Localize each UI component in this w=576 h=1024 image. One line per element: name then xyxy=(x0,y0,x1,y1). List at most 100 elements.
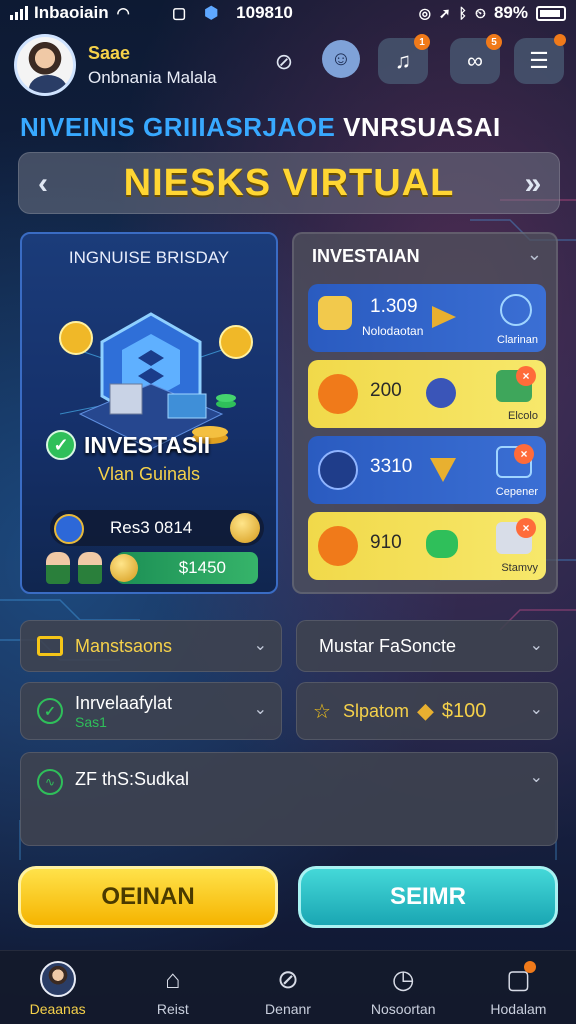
bottom-navigation: Deaanas ⌂ Reist ⊘ Denanr ◷ Nosoortan ▢ H… xyxy=(0,950,576,1024)
close-icon[interactable]: × xyxy=(514,444,534,464)
status-bar: Inbaoiain ◠ ▢ ⬢ 109810 ◎ ➚ ᛒ ⏲ 89% xyxy=(0,0,576,26)
nav-label: Reist xyxy=(156,1001,189,1017)
investment-row[interactable]: 910 × Stamvy xyxy=(308,512,546,580)
close-icon[interactable]: × xyxy=(516,366,536,386)
avatar[interactable] xyxy=(14,34,76,96)
primary-button[interactable]: OEINAN xyxy=(18,866,278,928)
dropdown-label: Mustar FaSoncte xyxy=(319,635,457,656)
navigation-icon: ➚ xyxy=(438,4,451,21)
banner-title: NIESKS VIRTUAL xyxy=(123,161,455,204)
dropdown-zf[interactable]: ∿ ZF thS:Sudkal ⌄ xyxy=(20,752,558,846)
banner-next-button[interactable]: » xyxy=(513,153,553,215)
menu-alert-badge xyxy=(554,34,566,46)
feature-card-title: INGNUISE BRISDAY xyxy=(68,248,230,267)
profile-badge-icon[interactable]: ☺ xyxy=(322,40,360,78)
dropdown-mustar[interactable]: Mustar FaSoncte ⌄ xyxy=(296,620,558,672)
investor-avatars xyxy=(46,552,102,584)
nav-item-hodalam[interactable]: ▢ Hodalam xyxy=(461,951,576,1024)
chart-coin-icon xyxy=(318,526,358,566)
investment-sub: Nolodaotan xyxy=(362,324,424,338)
nav-item-reist[interactable]: ⌂ Reist xyxy=(115,951,230,1024)
chat-icon: ∞ xyxy=(467,48,483,73)
hamburger-icon: ☰ xyxy=(529,48,549,73)
carrier-label: Inbaoiain xyxy=(34,3,109,22)
bluetooth-icon: ᛒ xyxy=(458,5,468,21)
server-icon: × xyxy=(496,518,536,554)
chevron-down-icon: ⌄ xyxy=(253,701,267,718)
location-icon: ◎ xyxy=(418,4,431,21)
status-time: 109810 xyxy=(236,3,293,22)
investment-value: 1.309 xyxy=(370,296,418,317)
nav-item-denanr[interactable]: ⊘ Denanr xyxy=(230,951,345,1024)
compass-icon: ⊘ xyxy=(277,963,299,994)
feature-amount-pill[interactable]: $1450 xyxy=(110,552,258,584)
investment-caption: Stamvy xyxy=(501,562,538,574)
feature-main-label: INVESTASII xyxy=(84,431,211,458)
investment-row[interactable]: 200 × Elcolo xyxy=(308,360,546,428)
avatar-icon xyxy=(39,961,76,997)
notification-count-badge: 1 xyxy=(414,34,430,50)
close-icon[interactable]: × xyxy=(516,518,536,538)
bank-icon xyxy=(318,296,352,330)
dropdown-label: Slpatom xyxy=(342,700,409,721)
dropdown-slpatom[interactable]: ☆ Slpatom ◆ $100 ⌄ xyxy=(296,682,558,740)
cube-icon: × xyxy=(496,444,534,478)
dropdown-text-stack: Inrvelaafylat Sas1 xyxy=(75,693,172,730)
feature-row-label: Res3 0814 xyxy=(110,518,193,537)
investment-value: 200 xyxy=(370,380,402,401)
coin-icon xyxy=(230,513,260,543)
user-name: Saae xyxy=(88,42,131,63)
nav-item-nosoortan[interactable]: ◷ Nosoortan xyxy=(346,951,461,1024)
nav-label: Nosoortan xyxy=(370,1001,436,1017)
nav-label: Hodalam xyxy=(490,1001,547,1017)
message-count-badge: 5 xyxy=(486,34,502,50)
investment-row[interactable]: 1.309 Nolodaotan Clarinan xyxy=(308,284,546,352)
chevron-down-icon: ⌄ xyxy=(529,701,543,718)
investment-row[interactable]: 3310 × Cepener xyxy=(308,436,546,504)
dropdown-amount: $100 xyxy=(441,699,487,722)
user-info: Saae Onbnania Malala xyxy=(88,43,217,88)
battery-percent: 89% xyxy=(493,3,528,22)
dropdown-label: Inrvelaafylat xyxy=(75,692,173,713)
person-icon xyxy=(46,552,70,584)
feature-sub-label: Vlan Guinals xyxy=(97,464,201,484)
investment-illustration xyxy=(59,312,253,450)
messages-button[interactable]: ∞ 5 xyxy=(450,34,502,84)
banner-prev-button[interactable]: ‹ xyxy=(23,153,63,215)
link-icon[interactable]: ⊘ xyxy=(266,44,302,80)
feature-main-row: ✓ INVESTASII xyxy=(46,430,210,460)
nav-label: Deaanas xyxy=(29,1001,86,1017)
notifications-button[interactable]: ♫ 1 xyxy=(378,34,430,84)
money-bag-icon xyxy=(426,530,458,558)
nav-item-deaanas[interactable]: Deaanas xyxy=(0,951,115,1024)
user-subtitle: Onbnania Malala xyxy=(88,67,217,87)
nav-label: Denanr xyxy=(265,1001,311,1017)
badge-check-icon xyxy=(426,378,456,408)
menu-button[interactable]: ☰ xyxy=(514,34,566,84)
investment-caption: Elcolo xyxy=(508,410,538,422)
dropdown-manstsaons[interactable]: Manstsaons ⌄ xyxy=(20,620,282,672)
dropdown-label: ZF thS:Sudkal xyxy=(75,769,190,789)
investment-list-panel: INVESTAIAN ⌄ 1.309 Nolodaotan Clarinan 2… xyxy=(292,232,558,594)
play-arrow-icon xyxy=(432,306,456,328)
headline-blue: NIVEINIS GRIIIASRJAOE xyxy=(20,112,336,142)
checkmark-icon: ✓ xyxy=(46,430,76,460)
battery-icon xyxy=(536,5,566,21)
screen-record-icon: ▢ xyxy=(172,5,187,22)
home-icon: ⌂ xyxy=(164,963,181,994)
headline-white: VNRSUASAI xyxy=(343,112,501,142)
page-headline: NIVEINIS GRIIIASRJAOE VNRSUASAI xyxy=(20,112,560,143)
nav-alert-badge xyxy=(524,961,537,973)
investment-caption: Clarinan xyxy=(497,334,538,346)
virtual-banner: ‹ NIESKS VIRTUAL » xyxy=(18,152,560,214)
refresh-coin-icon xyxy=(318,374,358,414)
chevron-down-icon[interactable]: ⌄ xyxy=(527,244,542,265)
folder-icon xyxy=(37,636,63,656)
secondary-button[interactable]: SEIMR xyxy=(298,866,558,928)
cash-stack-icon: × xyxy=(496,366,536,402)
check-circle-icon: ✓ xyxy=(37,698,63,724)
feature-card[interactable]: INGNUISE BRISDAY ✓ INVESTASII Vlan Guina… xyxy=(20,232,278,594)
dropdown-investment-status[interactable]: ✓ Inrvelaafylat Sas1 ⌄ xyxy=(20,682,282,740)
dropdown-sublabel: Sas1 xyxy=(75,713,107,730)
chevron-down-icon: ⌄ xyxy=(529,637,543,654)
